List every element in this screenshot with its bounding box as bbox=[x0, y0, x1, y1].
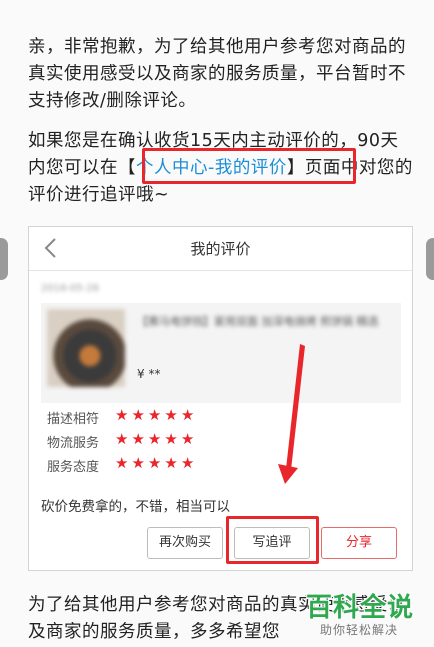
star-icon: ★ bbox=[180, 406, 195, 424]
rating-label: 物流服务 bbox=[47, 436, 100, 451]
star-icon: ★ bbox=[131, 430, 145, 448]
star-icon: ★ bbox=[131, 406, 145, 424]
star-icon: ★ bbox=[131, 454, 145, 472]
rating-label: 服务态度 bbox=[47, 460, 100, 475]
followup-highlight-box bbox=[226, 516, 319, 564]
star-icon: ★ bbox=[180, 454, 195, 472]
star-icon: ★ bbox=[115, 406, 129, 424]
review-date: 2016-05-26 bbox=[41, 283, 100, 294]
rating-label: 描述相符 bbox=[47, 412, 100, 427]
product-card[interactable]: 【赛马电饼铛】家用双面 加深电烧烤 煎饼锅 精选 ¥ ** bbox=[41, 303, 401, 403]
watermark-main-text: 百科全说 bbox=[306, 593, 415, 623]
star-icon: ★ bbox=[115, 430, 129, 448]
review-page-title: 我的评价 bbox=[190, 240, 251, 258]
product-price: ¥ ** bbox=[137, 367, 161, 381]
rebuy-button[interactable]: 再次购买 bbox=[147, 527, 223, 559]
review-comment: 砍价免费拿的，不错，相当可以 bbox=[41, 499, 230, 515]
embedded-review-screenshot: 我的评价 2016-05-26 【赛马电饼铛】家用双面 加深电烧烤 煎饼锅 精选… bbox=[28, 226, 413, 571]
star-icon: ★ bbox=[180, 430, 195, 448]
watermark-sub-text: 助你轻松解决 bbox=[320, 623, 399, 637]
article-page: 亲，非常抱歉，为了给其他用户参考您对商品的真实使用感受以及商家的服务质量，平台暂… bbox=[0, 0, 434, 647]
star-icon: ★ bbox=[164, 454, 178, 472]
share-button[interactable]: 分享 bbox=[321, 527, 397, 559]
notice-paragraph: 亲，非常抱歉，为了给其他用户参考您对商品的真实使用感受以及商家的服务质量，平台暂… bbox=[28, 34, 414, 115]
star-icon: ★ bbox=[147, 406, 162, 424]
star-icon: ★ bbox=[147, 454, 162, 472]
star-icon: ★ bbox=[164, 430, 178, 448]
carousel-next-handle[interactable] bbox=[426, 238, 434, 280]
star-icon: ★ bbox=[115, 454, 129, 472]
star-icon: ★ bbox=[164, 406, 178, 424]
product-thumbnail bbox=[47, 309, 125, 387]
link-highlight-box bbox=[142, 148, 356, 184]
star-icon: ★ bbox=[147, 430, 162, 448]
rating-stars: ★ ★ ★ ★ ★ bbox=[115, 430, 197, 448]
product-name: 【赛马电饼铛】家用双面 加深电烧烤 煎饼锅 精选 bbox=[137, 315, 379, 328]
rating-stars: ★ ★ ★ ★ ★ bbox=[115, 454, 197, 472]
carousel-prev-handle[interactable] bbox=[0, 238, 8, 280]
watermark-logo: 百科全说 助你轻松解决 bbox=[306, 587, 426, 643]
rating-stars: ★ ★ ★ ★ ★ bbox=[115, 406, 197, 424]
review-page-header: 我的评价 bbox=[29, 227, 412, 271]
notice-text: 亲，非常抱歉，为了给其他用户参考您对商品的真实使用感受以及商家的服务质量，平台暂… bbox=[28, 37, 406, 111]
